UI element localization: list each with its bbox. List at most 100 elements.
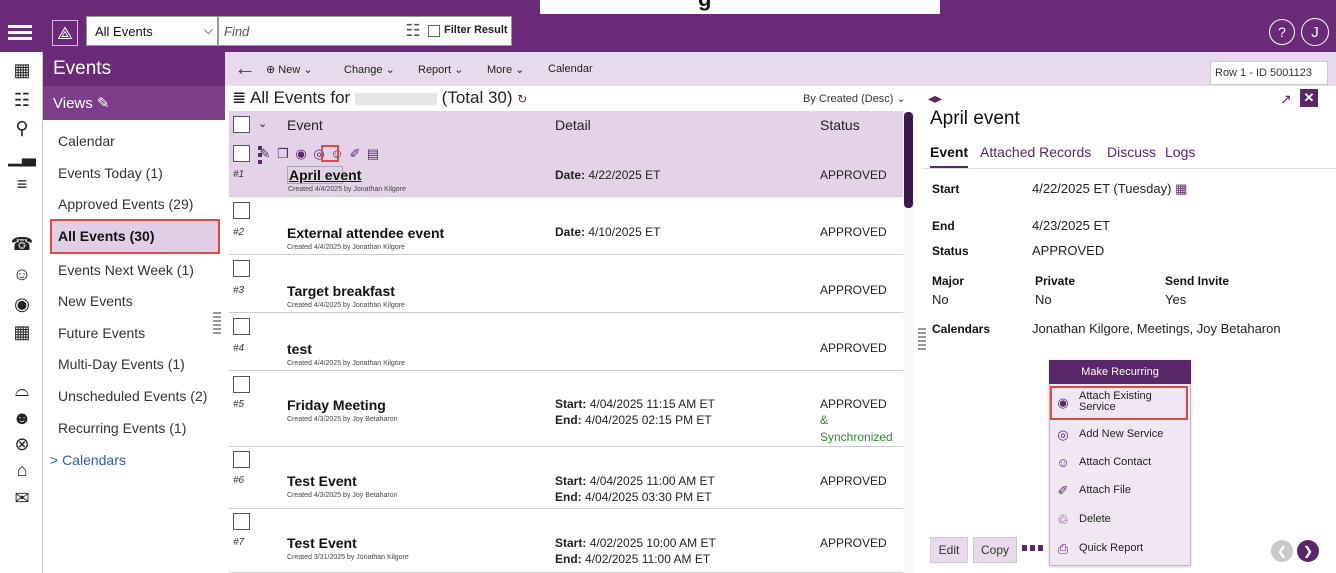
scrollbar-thumb[interactable] (904, 112, 913, 208)
status-badge: APPROVED (820, 397, 887, 411)
sidebar-item-events-next-week[interactable]: Events Next Week (1) (58, 262, 194, 278)
sidebar-item-approved-events[interactable]: Approved Events (29) (58, 196, 193, 212)
sidebar-item-events-today[interactable]: Events Today (1) (58, 165, 163, 181)
printer-icon: ⎙ (1057, 541, 1069, 556)
row-checkbox[interactable] (233, 318, 250, 335)
window-icon[interactable]: ▤ (364, 146, 382, 162)
attach-file-icon[interactable]: ✐ (346, 146, 364, 162)
sidebar-item-multi-day-events[interactable]: Multi-Day Events (1) (58, 356, 185, 372)
sidebar-item-all-events[interactable]: All Events (30) (58, 228, 154, 244)
page-title-strip: g (540, 0, 940, 14)
layers-icon[interactable]: ≡ (9, 172, 35, 196)
menu-item-quick-report[interactable]: ⎙ Quick Report (1055, 541, 1185, 557)
calendar-link[interactable]: Calendar (548, 63, 593, 75)
back-arrow-icon[interactable]: ← (232, 55, 258, 80)
chevron-down-icon: ⌄ (515, 64, 525, 76)
row-checkbox[interactable] (233, 376, 250, 393)
menu-item-attach-file[interactable]: ✐ Attach File (1055, 483, 1185, 499)
edit-pencil-icon[interactable]: ✎ (256, 146, 274, 162)
copy-icon[interactable]: ❐ (274, 146, 292, 162)
filter-sliders-icon[interactable]: ☷ (402, 21, 424, 41)
edit-pencil-icon[interactable]: ✎ (97, 95, 110, 112)
tab-logs[interactable]: Logs (1165, 144, 1195, 160)
search-icon[interactable]: ⚲ (9, 116, 35, 140)
col-header-detail[interactable]: Detail (555, 117, 591, 133)
filter-result-checkbox[interactable] (428, 25, 440, 37)
detail-resize-handle[interactable] (918, 328, 926, 352)
event-name-link[interactable]: test (287, 341, 312, 357)
sidebar-item-unscheduled-events[interactable]: Unscheduled Events (2) (58, 388, 207, 404)
more-menu[interactable]: More ⌄ (487, 63, 524, 76)
sidebar-item-calendar[interactable]: Calendar (58, 133, 115, 149)
hamburger-menu-icon[interactable] (8, 22, 32, 44)
row-checkbox[interactable] (233, 260, 250, 277)
event-name-link[interactable]: Test Event (287, 473, 357, 489)
views-header[interactable]: Views ✎ (43, 86, 225, 120)
app-logo-icon: ⟁ (52, 20, 78, 46)
new-menu[interactable]: ⊕ New ⌄ (266, 63, 313, 76)
select-all-checkbox[interactable] (233, 116, 250, 133)
icon-rail: ▦ ☷ ⚲ ▁▃ ≡ ☎ ☺ ◉ ▦ ⌓ ☻ ⊗ ⌂ ✉ (0, 52, 43, 573)
attach-service-icon[interactable]: ◉ (292, 146, 310, 162)
share-icon[interactable]: ↗ (1280, 91, 1292, 108)
sidebar-resize-handle[interactable] (213, 312, 221, 336)
previous-record-button[interactable]: ❮ (1271, 540, 1293, 562)
event-name-link[interactable]: April event (289, 167, 361, 183)
start-value: 4/22/2025 ET (Tuesday) ▦ (1032, 181, 1187, 197)
copy-button[interactable]: Copy (973, 537, 1017, 563)
menu-make-recurring[interactable]: Make Recurring (1049, 360, 1191, 384)
event-name-link[interactable]: External attendee event (287, 225, 444, 241)
add-service-icon[interactable]: ◉ (9, 292, 35, 316)
list-title-text: All Events for (250, 88, 351, 107)
service-icon[interactable]: ⊗ (9, 432, 35, 456)
sort-select[interactable]: By Created (Desc) ⌄ (803, 92, 906, 105)
more-dots-icon[interactable] (1022, 545, 1044, 551)
next-record-button[interactable]: ❯ (1297, 540, 1319, 562)
row-checkbox[interactable] (233, 513, 250, 530)
inbox-icon[interactable]: ⌓ (9, 378, 35, 402)
sidebar-item-future-events[interactable]: Future Events (58, 325, 145, 341)
detail-label: End: (555, 413, 582, 427)
calendar-icon[interactable]: ▦ (9, 58, 35, 82)
menu-item-delete[interactable]: ♲ Delete (1055, 512, 1185, 528)
report-menu[interactable]: Report ⌄ (418, 63, 463, 76)
expand-arrows-icon[interactable]: ◂▸ (928, 90, 942, 107)
mail-icon[interactable]: ✉ (9, 486, 35, 510)
menu-item-label: Add New Service (1079, 428, 1164, 440)
tab-discuss[interactable]: Discuss (1107, 144, 1156, 160)
detail-value: 4/04/2025 03:30 PM ET (585, 490, 712, 504)
bar-chart-icon[interactable]: ▁▃ (8, 144, 36, 168)
row-checkbox[interactable] (233, 451, 250, 468)
tab-attached-records[interactable]: Attached Records (980, 144, 1091, 160)
list-view-icon[interactable]: ☷ (9, 88, 35, 112)
row-id-indicator: Row 1 - ID 5001123 (1210, 61, 1328, 85)
sidebar-item-new-events[interactable]: New Events (58, 293, 133, 309)
view-select[interactable]: All Events ⌵ (86, 16, 218, 46)
col-header-status[interactable]: Status (820, 117, 860, 133)
event-name-link[interactable]: Friday Meeting (287, 397, 386, 413)
chevron-down-icon[interactable]: ⌄ (258, 117, 267, 130)
help-button[interactable]: ? (1269, 19, 1295, 45)
group-icon[interactable]: ☻ (9, 406, 35, 430)
refresh-icon[interactable]: ↻ (517, 92, 527, 106)
menu-item-attach-contact[interactable]: ☺ Attach Contact (1055, 455, 1185, 471)
event-name-link[interactable]: Test Event (287, 535, 357, 551)
edit-button[interactable]: Edit (930, 537, 968, 563)
user-avatar[interactable]: J (1301, 18, 1329, 46)
add-contact-icon[interactable]: ☺ (9, 262, 35, 286)
change-menu[interactable]: Change ⌄ (344, 63, 395, 76)
sidebar-item-recurring-events[interactable]: Recurring Events (1) (58, 420, 186, 436)
event-name-link[interactable]: Target breakfast (287, 283, 395, 299)
row-checkbox[interactable] (233, 202, 250, 219)
institution-icon[interactable]: ⌂ (9, 458, 35, 482)
events-calendar-icon[interactable]: ▦ (9, 320, 35, 344)
row-checkbox[interactable] (233, 145, 250, 162)
filter-lines-icon[interactable]: ≣ (232, 88, 246, 107)
close-icon[interactable]: ✕ (1300, 89, 1318, 107)
sidebar-calendars-link[interactable]: > Calendars (50, 452, 126, 468)
menu-item-add-new-service[interactable]: ◎ Add New Service (1055, 427, 1185, 443)
phone-icon[interactable]: ☎ (9, 232, 35, 256)
tab-event[interactable]: Event (930, 144, 968, 160)
calendar-picker-icon[interactable]: ▦ (1175, 181, 1187, 196)
col-header-event[interactable]: Event (287, 117, 323, 133)
